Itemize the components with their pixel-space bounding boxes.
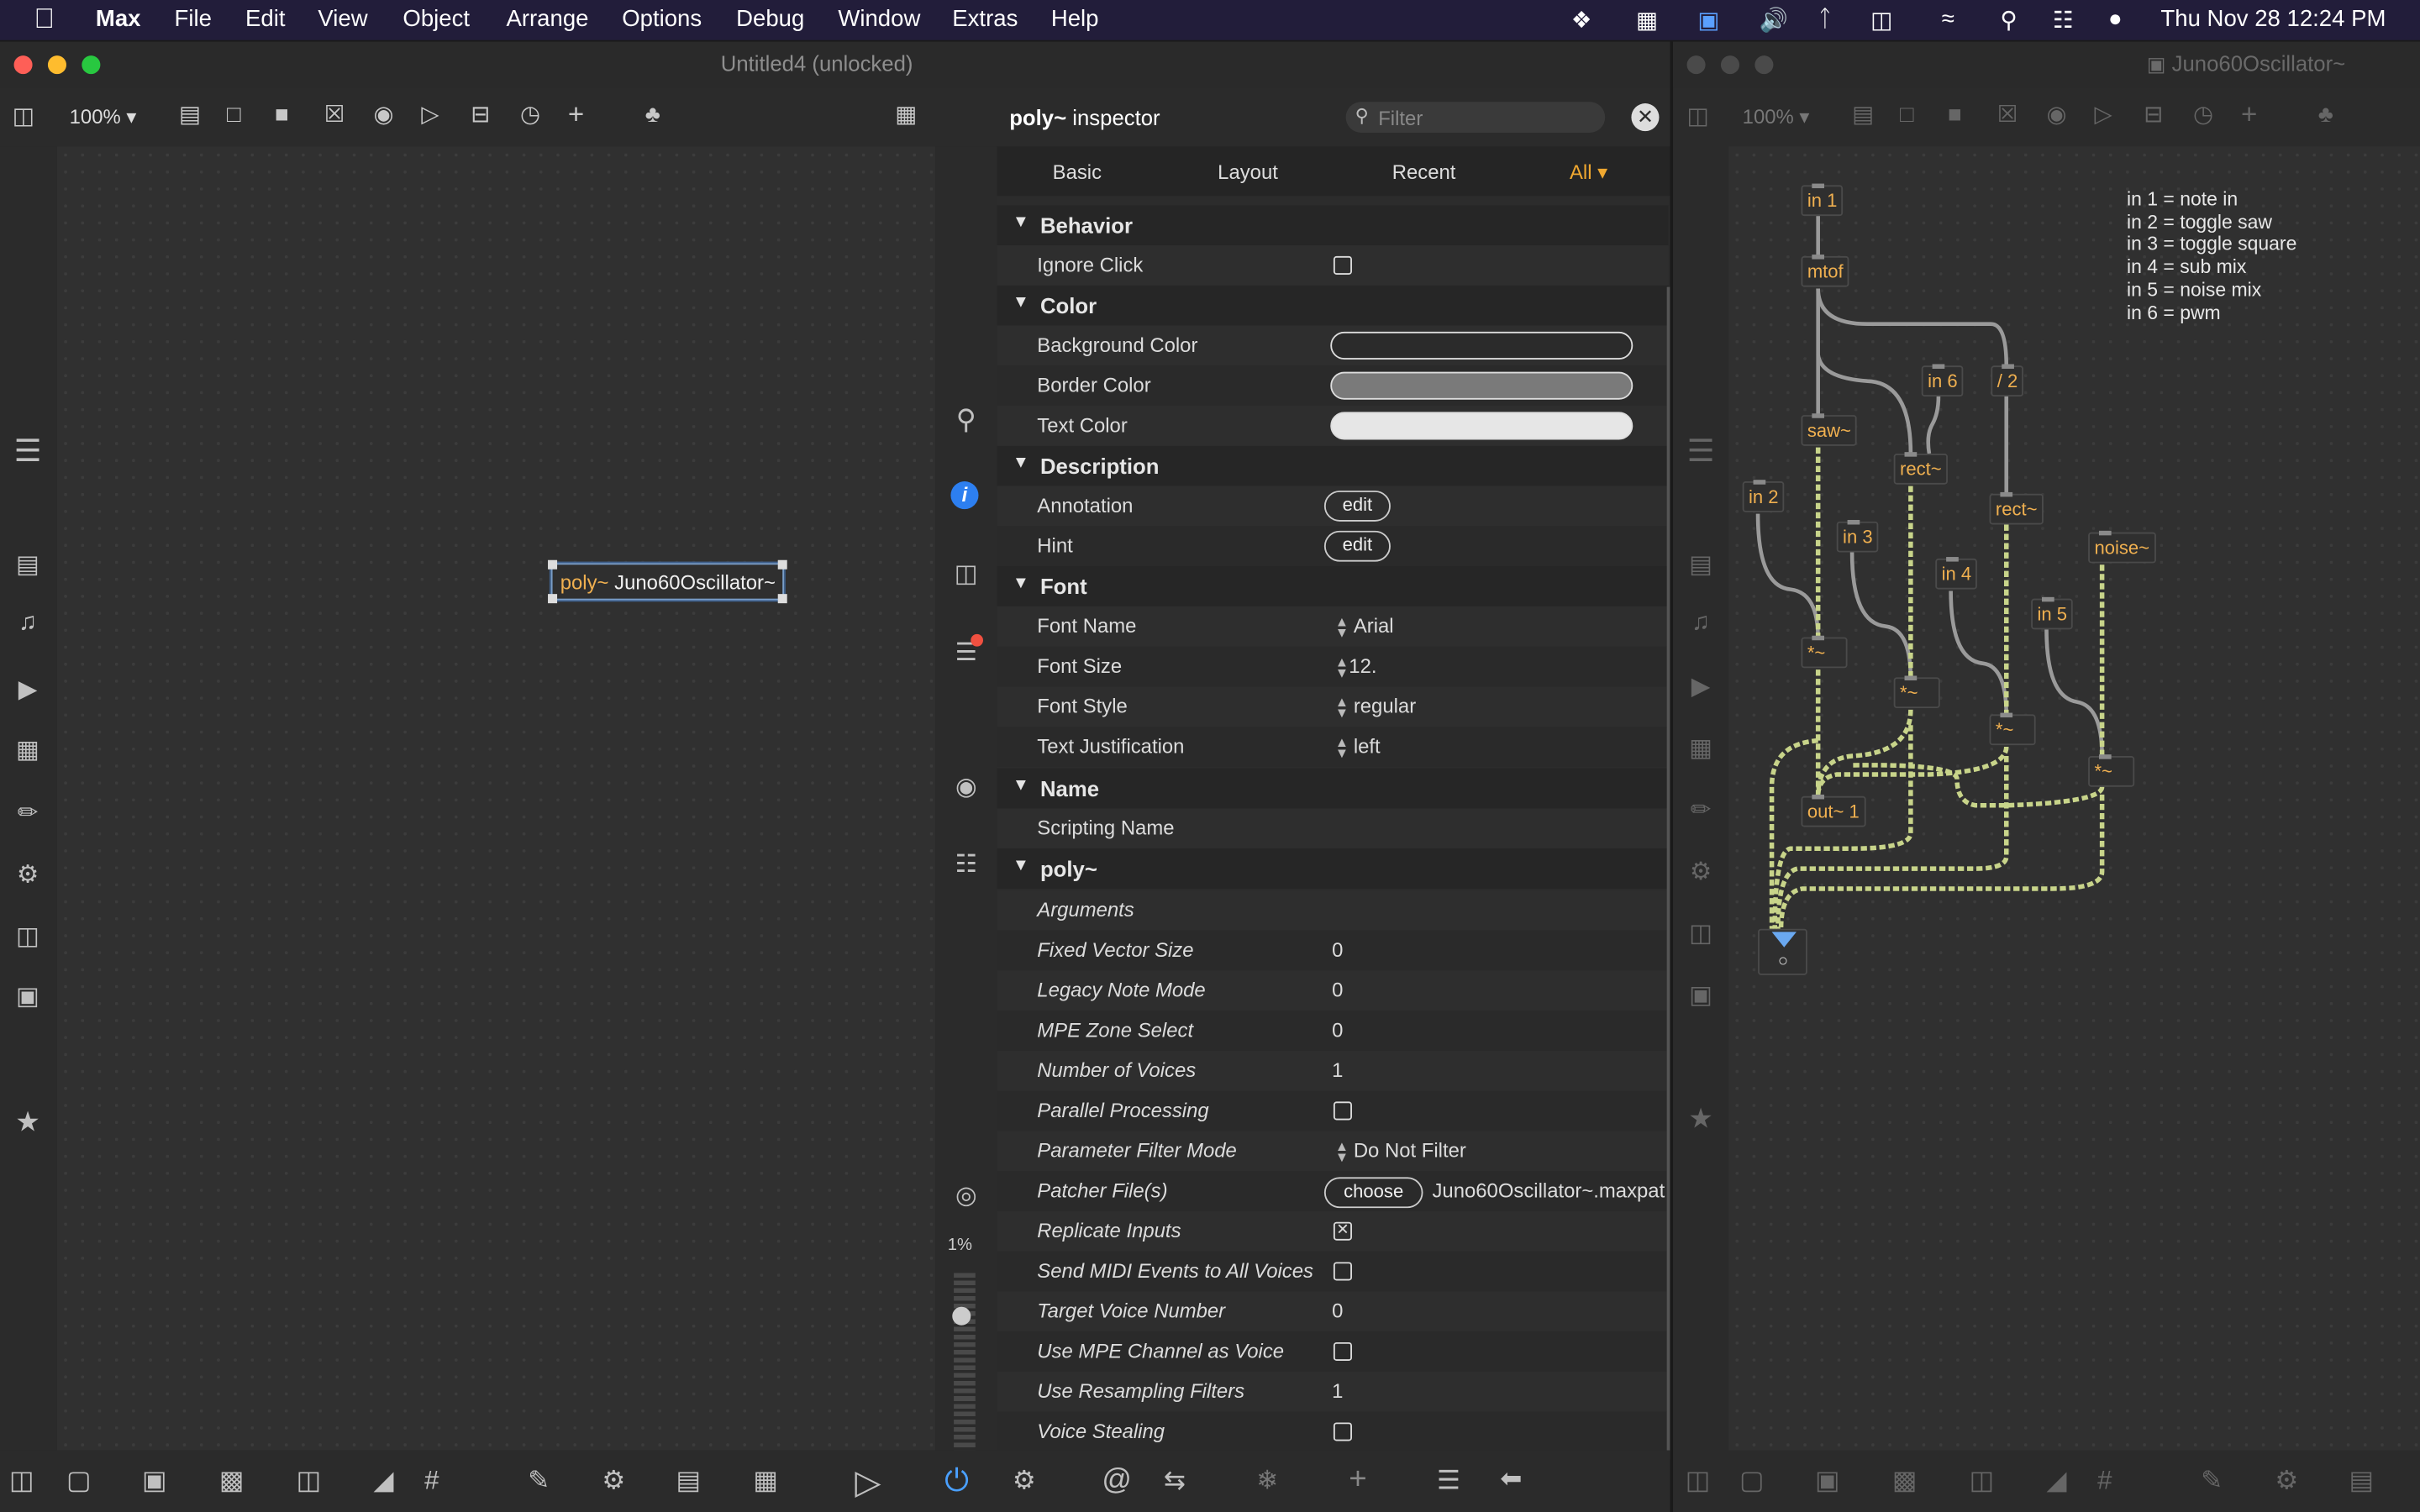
object-text: in 2 [1749, 486, 1779, 508]
outlet-box[interactable]: ○ [1758, 928, 1807, 975]
comment-line: in 5 = noise mix [2127, 279, 2262, 301]
outlet-object[interactable]: out~ 1 [1801, 794, 1866, 827]
object-text: *~ [2094, 760, 2112, 783]
noise-object[interactable]: noise~ [2088, 530, 2156, 564]
object-text: saw~ [1807, 419, 1851, 442]
port [1946, 557, 1959, 562]
inlet-2-object[interactable]: in 2 [1742, 480, 1785, 512]
saw-object[interactable]: saw~ [1801, 413, 1858, 446]
object-text: mtof [1807, 260, 1844, 283]
object-text: rect~ [1900, 458, 1942, 480]
port [1812, 794, 1825, 800]
port [2000, 712, 2013, 718]
inlet-5-object[interactable]: in 5 [2031, 596, 2074, 630]
object-text: / 2 [1996, 370, 2018, 392]
inlet-4-object[interactable]: in 4 [1935, 557, 1978, 590]
comment-line: in 3 = toggle square [2127, 234, 2297, 255]
object-text: in 6 [1928, 370, 1958, 392]
port [2098, 754, 2112, 759]
object-text: *~ [1900, 681, 1918, 704]
comment-line: in 4 = sub mix [2127, 256, 2247, 278]
port [1812, 183, 1825, 189]
port [1932, 364, 1945, 369]
cord [1926, 396, 1941, 454]
rect-object-1[interactable]: rect~ [1893, 452, 1948, 485]
object-text: in 1 [1807, 189, 1838, 212]
outlet-circle-icon: ○ [1777, 952, 1789, 971]
port [2098, 530, 2112, 536]
object-text: in 5 [2037, 603, 2068, 625]
cord [1849, 552, 1913, 680]
multiply-object-4[interactable]: *~ [2088, 754, 2135, 787]
mtof-object[interactable]: mtof [1801, 255, 1850, 287]
object-text: noise~ [2094, 537, 2150, 559]
multiply-object-3[interactable]: *~ [1989, 712, 2036, 746]
multiply-object-1[interactable]: *~ [1801, 635, 1848, 669]
port [1904, 675, 1918, 680]
inlet-comment: in 1 = note in in 2 = toggle saw in 3 = … [2127, 188, 2296, 324]
cord [1816, 288, 2009, 366]
inlet-6-object[interactable]: in 6 [1921, 364, 1964, 397]
object-text: in 3 [1843, 526, 1873, 549]
inlet-3-object[interactable]: in 3 [1836, 519, 1879, 553]
patch-cords [1755, 216, 2105, 929]
signal-cord [1815, 709, 1913, 796]
object-text: *~ [1807, 642, 1826, 664]
port [1847, 519, 1860, 525]
object-text: in 4 [1941, 563, 1972, 585]
port [2002, 364, 2014, 369]
object-text: out~ 1 [1807, 801, 1860, 822]
port [2042, 596, 2054, 602]
port [1812, 635, 1825, 641]
multiply-object-2[interactable]: *~ [1893, 675, 1940, 709]
cord [1949, 591, 2009, 717]
port [2000, 491, 2013, 497]
comment-line: in 1 = note in [2127, 188, 2238, 210]
cord [1755, 513, 1820, 639]
port [1753, 480, 1766, 485]
rect-object-2[interactable]: rect~ [1989, 491, 2044, 525]
comment-line: in 6 = pwm [2127, 302, 2221, 323]
object-text: rect~ [1995, 498, 2038, 520]
port [1812, 255, 1825, 260]
port [1904, 452, 1918, 457]
inlet-1-object[interactable]: in 1 [1801, 183, 1844, 217]
port [1812, 413, 1825, 418]
signal-cord [1776, 755, 2009, 929]
object-text: *~ [1995, 718, 2014, 741]
outlet-arrow-icon [1771, 932, 1797, 948]
divide-object[interactable]: / 2 [1991, 364, 2024, 397]
comment-line: in 2 = toggle saw [2127, 211, 2272, 233]
cord [2044, 629, 2104, 757]
